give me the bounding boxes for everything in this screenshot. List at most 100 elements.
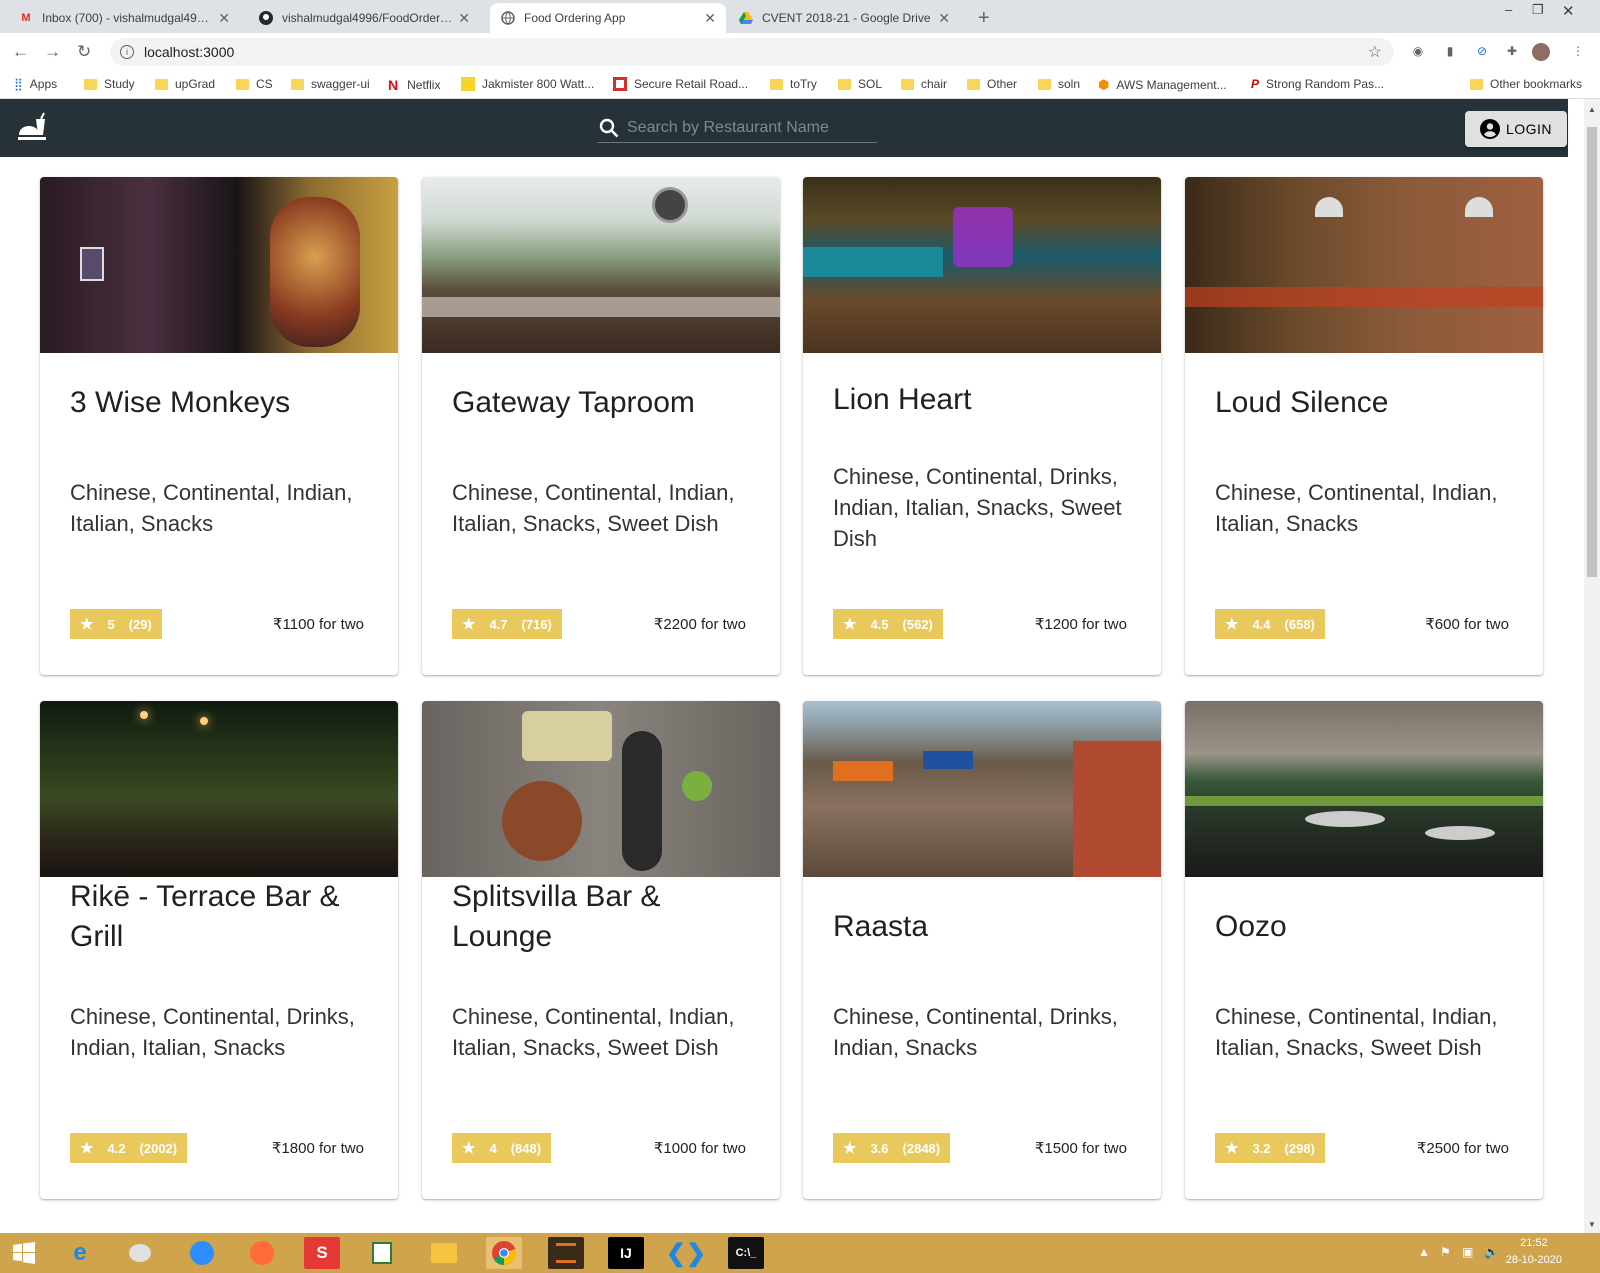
restaurant-card[interactable]: Loud Silence Chinese, Continental, India… xyxy=(1185,177,1543,675)
file-explorer-icon[interactable] xyxy=(426,1237,462,1269)
action-center-flag-icon[interactable]: ⚑ xyxy=(1440,1245,1451,1259)
bookmark-other-bookmarks[interactable]: Other bookmarks xyxy=(1470,77,1582,91)
windows-start-icon[interactable] xyxy=(6,1237,42,1269)
folder-icon xyxy=(967,78,980,90)
account-circle-icon xyxy=(1479,119,1500,139)
tab-github[interactable]: vishalmudgal4996/FoodOrdering ✕ xyxy=(248,3,480,33)
zoom-icon[interactable] xyxy=(184,1237,220,1269)
browser-tab-strip: M Inbox (700) - vishalmudgal4996@ ✕ vish… xyxy=(0,0,1600,33)
bookmark-strong-random[interactable]: P Strong Random Pas... xyxy=(1251,77,1384,91)
browser-menu-icon[interactable]: ⋮ xyxy=(1570,44,1586,60)
restaurant-card[interactable]: Splitsvilla Bar & Lounge Chinese, Contin… xyxy=(422,701,780,1199)
bookmark-aws[interactable]: ⬢ AWS Management... xyxy=(1098,77,1227,93)
price-for-two: ₹1000 for two xyxy=(653,1140,746,1157)
scroll-down-arrow-icon[interactable]: ▼ xyxy=(1588,1220,1596,1229)
bookmark-study[interactable]: Study xyxy=(84,77,135,91)
login-button[interactable]: LOGIN xyxy=(1465,111,1567,147)
restaurant-search[interactable] xyxy=(597,113,877,143)
bookmark-other[interactable]: Other xyxy=(967,77,1017,91)
rating-badge: ★ 4.2 (2002) xyxy=(70,1133,188,1163)
drive-icon xyxy=(738,10,754,26)
scroll-up-arrow-icon[interactable]: ▲ xyxy=(1588,105,1596,114)
chart-app-icon[interactable] xyxy=(364,1237,400,1269)
restaurant-name: Oozo xyxy=(1215,910,1287,943)
forward-icon[interactable]: → xyxy=(44,42,61,62)
tab-google-drive[interactable]: CVENT 2018-21 - Google Drive ✕ xyxy=(728,3,960,33)
restaurant-name: 3 Wise Monkeys xyxy=(70,386,291,419)
bookmark-apps[interactable]: ⣿ Apps xyxy=(14,77,57,91)
paint-icon[interactable] xyxy=(122,1237,158,1269)
tab-food-ordering-app[interactable]: Food Ordering App ✕ xyxy=(490,3,726,33)
restore-icon[interactable]: ❐ xyxy=(1532,2,1544,18)
restaurant-card[interactable]: Lion Heart Chinese, Continental, Drinks,… xyxy=(803,177,1161,675)
page-scrollbar[interactable]: ▲ ▼ xyxy=(1584,99,1600,1233)
bookmark-upgrad[interactable]: upGrad xyxy=(155,77,215,91)
restaurant-name: Loud Silence xyxy=(1215,386,1389,419)
restaurant-grid: 3 Wise Monkeys Chinese, Continental, Ind… xyxy=(0,157,1584,1233)
extensions-puzzle-icon[interactable]: ✚ xyxy=(1504,44,1520,60)
bookmark-jakmister[interactable]: Jakmister 800 Watt... xyxy=(461,77,594,91)
restaurant-image xyxy=(803,177,1161,353)
profile-avatar[interactable] xyxy=(1532,43,1550,61)
search-input[interactable] xyxy=(627,118,867,137)
new-tab-button[interactable]: + xyxy=(978,7,990,30)
bookmark-star-icon[interactable]: ☆ xyxy=(1368,42,1382,62)
restaurant-cuisines: Chinese, Continental, Indian, Italian, S… xyxy=(1215,1004,1498,1060)
reload-icon[interactable]: ↻ xyxy=(77,42,91,62)
close-tab-icon[interactable]: ✕ xyxy=(218,10,230,27)
command-prompt-icon[interactable]: C:\_ xyxy=(728,1237,764,1269)
close-tab-icon[interactable]: ✕ xyxy=(938,10,950,27)
restaurant-cuisines: Chinese, Continental, Drinks, Indian, It… xyxy=(70,1004,355,1060)
close-tab-icon[interactable]: ✕ xyxy=(704,10,716,27)
restaurant-card[interactable]: Rikē - Terrace Bar & Grill Chinese, Cont… xyxy=(40,701,398,1199)
bookmark-swagger-ui[interactable]: swagger-ui xyxy=(291,77,370,91)
restaurant-card[interactable]: Raasta Chinese, Continental, Drinks, Ind… xyxy=(803,701,1161,1199)
folder-icon xyxy=(770,78,783,90)
price-for-two: ₹2200 for two xyxy=(653,616,746,633)
restaurant-cuisines: Chinese, Continental, Drinks, Indian, Sn… xyxy=(833,1004,1118,1060)
bookmark-cs[interactable]: CS xyxy=(236,77,273,91)
chrome-icon[interactable] xyxy=(486,1237,522,1269)
price-for-two: ₹1100 for two xyxy=(273,616,364,633)
rating-badge: ★ 4.5 (562) xyxy=(833,609,943,639)
back-icon[interactable]: ← xyxy=(12,42,29,62)
restaurant-image xyxy=(422,701,780,877)
price-for-two: ₹600 for two xyxy=(1425,616,1509,633)
bookmarks-bar: ⣿ Apps Study upGrad CS swagger-ui N Netfl… xyxy=(0,71,1600,99)
scrollbar-thumb[interactable] xyxy=(1587,127,1597,577)
internet-explorer-icon[interactable]: e xyxy=(62,1237,98,1269)
terminal-app-icon[interactable] xyxy=(548,1237,584,1269)
close-tab-icon[interactable]: ✕ xyxy=(458,10,470,27)
restaurant-cuisines: Chinese, Continental, Drinks, Indian, It… xyxy=(833,464,1122,551)
tray-expand-icon[interactable]: ▲ xyxy=(1418,1245,1430,1259)
system-clock[interactable]: 21:52 28-10-2020 xyxy=(1506,1235,1562,1269)
analytics-extension-icon[interactable]: ▮ xyxy=(1442,44,1458,60)
aws-icon: ⬢ xyxy=(1098,77,1110,92)
postman-icon[interactable] xyxy=(244,1237,280,1269)
bookmark-chair[interactable]: chair xyxy=(901,77,947,91)
block-extension-icon[interactable]: ⊘ xyxy=(1474,44,1490,60)
bookmark-secure-retail[interactable]: Secure Retail Road... xyxy=(613,77,748,91)
omnibox[interactable]: i localhost:3000 ☆ xyxy=(110,38,1394,66)
close-window-icon[interactable]: ✕ xyxy=(1562,2,1575,20)
restaurant-card[interactable]: 3 Wise Monkeys Chinese, Continental, Ind… xyxy=(40,177,398,675)
restaurant-card[interactable]: Gateway Taproom Chinese, Continental, In… xyxy=(422,177,780,675)
bookmark-netflix[interactable]: N Netflix xyxy=(388,77,440,93)
restaurant-name: Lion Heart xyxy=(833,383,972,416)
netflix-icon: N xyxy=(388,77,399,93)
vscode-icon[interactable]: ❮❯ xyxy=(666,1237,706,1269)
minimize-icon[interactable]: – xyxy=(1505,2,1512,17)
restaurant-image xyxy=(1185,177,1543,353)
volume-icon[interactable]: 🔈 xyxy=(1484,1245,1499,1259)
star-icon: ★ xyxy=(1225,1140,1239,1157)
bookmark-soln[interactable]: soln xyxy=(1038,77,1080,91)
restaurant-card[interactable]: Oozo Chinese, Continental, Indian, Itali… xyxy=(1185,701,1543,1199)
tab-gmail[interactable]: M Inbox (700) - vishalmudgal4996@ ✕ xyxy=(8,3,240,33)
network-icon[interactable]: ▣ xyxy=(1462,1245,1473,1259)
adblock-extension-icon[interactable]: ◉ xyxy=(1410,44,1426,60)
bookmark-sol[interactable]: SOL xyxy=(838,77,882,91)
intellij-icon[interactable]: IJ xyxy=(608,1237,644,1269)
sublime-icon[interactable]: S xyxy=(304,1237,340,1269)
bookmark-totry[interactable]: toTry xyxy=(770,77,817,91)
site-info-icon[interactable]: i xyxy=(120,45,134,59)
